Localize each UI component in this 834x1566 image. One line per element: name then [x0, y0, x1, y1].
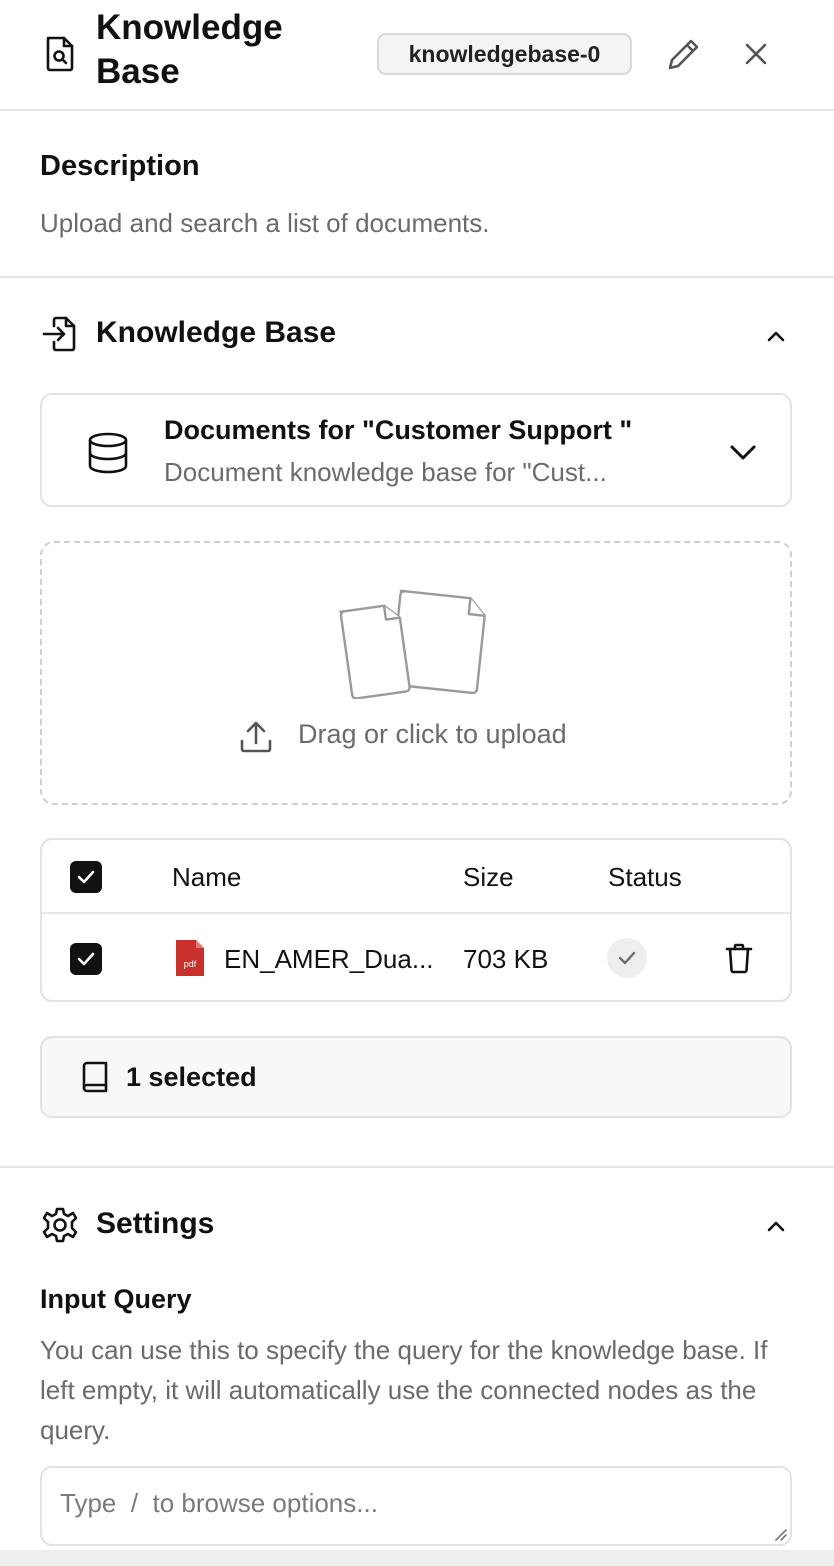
kb-subtitle: Document knowledge base for "Cust... — [164, 457, 607, 487]
documents-illustration-icon — [338, 589, 498, 699]
book-icon — [78, 1060, 112, 1094]
column-header-name[interactable]: Name — [172, 862, 241, 893]
resize-handle-icon[interactable] — [772, 1526, 788, 1542]
row-checkbox[interactable] — [70, 943, 102, 975]
pencil-icon[interactable] — [664, 34, 704, 74]
knowledge-base-select[interactable]: Documents for "Customer Support " Docume… — [40, 393, 792, 507]
file-name: EN_AMER_Dua... — [224, 944, 434, 974]
divider — [0, 276, 834, 278]
node-id-badge: knowledgebase-0 — [377, 33, 632, 75]
description-title: Description — [40, 150, 200, 182]
kb-section-title: Knowledge Base — [96, 316, 337, 349]
check-icon — [607, 938, 647, 978]
select-all-checkbox[interactable] — [70, 861, 102, 893]
input-query-help: You can use this to specify the query fo… — [40, 1335, 768, 1445]
divider — [0, 1166, 834, 1168]
chevron-down-icon — [726, 435, 760, 469]
kb-name: Documents for "Customer Support " — [164, 415, 633, 445]
database-icon — [86, 431, 130, 475]
column-header-status[interactable]: Status — [608, 862, 682, 893]
node-title[interactable]: Knowledge Base — [96, 6, 356, 94]
input-query-field[interactable] — [40, 1466, 792, 1546]
table-row[interactable]: pdf EN_AMER_Dua... 703 KB — [42, 914, 790, 1000]
pdf-icon-label: pdf — [184, 959, 197, 969]
file-import-icon — [40, 314, 80, 354]
file-size: 703 KB — [463, 944, 549, 974]
node-header: Knowledge Base knowledgebase-0 — [0, 0, 834, 111]
files-table: Name Size Status pdf EN_AMER_Dua... 703 … — [40, 838, 792, 1002]
close-icon[interactable] — [738, 36, 774, 72]
description-text[interactable]: Upload and search a list of documents. — [40, 208, 489, 239]
selected-summary[interactable]: 1 selected — [40, 1036, 792, 1118]
pdf-icon: pdf — [176, 940, 204, 976]
document-search-icon — [40, 34, 80, 74]
table-header: Name Size Status — [42, 840, 790, 914]
chevron-up-icon[interactable] — [762, 322, 790, 350]
trash-icon[interactable] — [724, 942, 754, 974]
column-header-size[interactable]: Size — [463, 862, 514, 893]
upload-label: Drag or click to upload — [298, 719, 567, 749]
scroll-edge — [0, 1550, 834, 1566]
chevron-up-icon[interactable] — [762, 1212, 790, 1240]
settings-section-title: Settings — [96, 1207, 215, 1240]
input-query-label: Input Query — [40, 1284, 192, 1314]
upload-icon — [236, 717, 276, 757]
upload-dropzone[interactable]: Drag or click to upload — [40, 541, 792, 805]
gear-icon — [40, 1205, 80, 1245]
selected-count: 1 selected — [126, 1062, 257, 1092]
